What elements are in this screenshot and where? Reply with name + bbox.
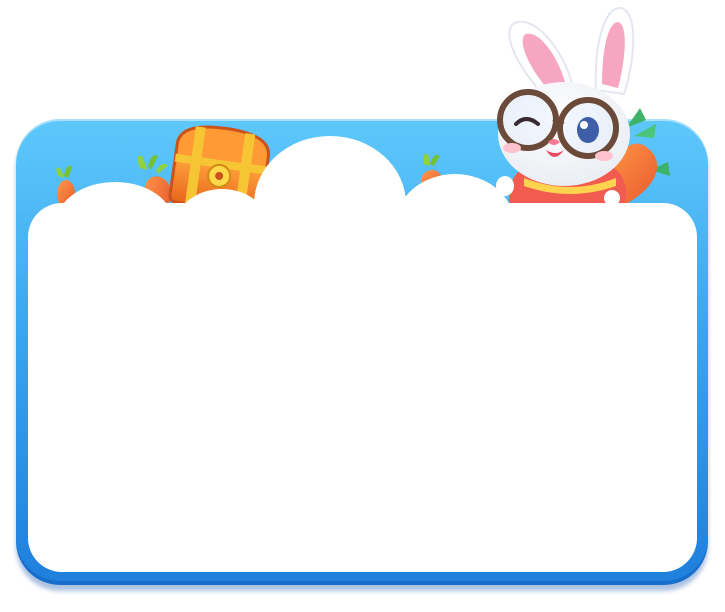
bunny-mascot <box>496 6 670 210</box>
game-popup <box>0 0 725 612</box>
content-panel <box>28 203 697 572</box>
